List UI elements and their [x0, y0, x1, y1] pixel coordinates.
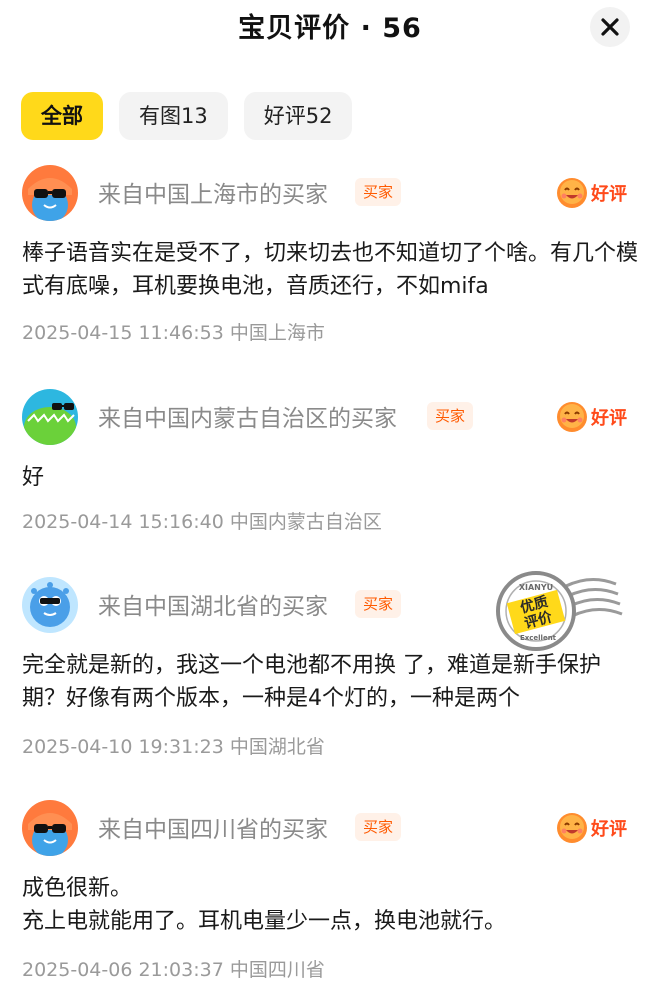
review-content: 成色很新。 充上电就能用了。耳机电量少一点，换电池就行。 [22, 876, 507, 934]
svg-text:XIANYU: XIANYU [519, 583, 553, 592]
smile-emoji-icon [557, 813, 587, 843]
close-icon [601, 18, 619, 36]
avatar[interactable] [22, 165, 78, 221]
buyer-tag: 买家 [355, 590, 402, 618]
review-meta: 2025-04-14 15:16:40 中国内蒙古自治区 [22, 507, 382, 534]
review-location: 中国内蒙古自治区 [229, 511, 382, 533]
rating-label: 好评 [591, 408, 627, 429]
review-location: 中国上海市 [229, 322, 325, 344]
cartoon-puffball-avatar-icon [22, 577, 78, 633]
buyer-tag: 买家 [355, 178, 402, 206]
review-content: 好 [22, 465, 45, 490]
avatar[interactable] [22, 577, 78, 633]
review-meta: 2025-04-10 19:31:23 中国湖北省 [22, 732, 325, 759]
quality-review-stamp-icon: XIANYU 优质 评价 Excellent [496, 571, 623, 651]
tab-positive[interactable]: 好评52 [243, 92, 353, 140]
cartoon-dino-avatar-icon [22, 389, 78, 445]
header: 宝贝评价 · 56 [0, 0, 660, 56]
svg-text:Excellent: Excellent [520, 634, 557, 642]
tab-with-images[interactable]: 有图13 [119, 92, 228, 140]
review-content: 完全就是新的，我这一个电池都不用换 了，难道是新手保护期？好像有两个版本，一种是… [22, 653, 601, 711]
review-time: 2025-04-15 11:46:53 [22, 322, 224, 344]
smile-emoji-icon [557, 178, 587, 208]
cartoon-fish-avatar-icon [22, 165, 78, 221]
cartoon-fish-avatar-icon [22, 800, 78, 856]
rating-badge: 好评 [555, 399, 627, 435]
tab-all[interactable]: 全部 [21, 92, 103, 140]
review-time: 2025-04-14 15:16:40 [22, 511, 224, 533]
rating-badge: 好评 [555, 175, 627, 211]
rating-badge: 好评 [555, 810, 627, 846]
review-location: 中国四川省 [229, 959, 325, 981]
buyer-name: 来自中国四川省的买家 [98, 817, 328, 843]
buyer-name: 来自中国内蒙古自治区的买家 [98, 406, 397, 432]
review-content: 棒子语音实在是受不了，切来切去也不知道切了个啥。有几个模式有底噪，耳机要换电池，… [22, 241, 639, 299]
rating-label: 好评 [591, 184, 627, 205]
buyer-name: 来自中国湖北省的买家 [98, 594, 328, 620]
smile-emoji-icon [557, 402, 587, 432]
review-meta: 2025-04-06 21:03:37 中国四川省 [22, 955, 325, 982]
buyer-name: 来自中国上海市的买家 [98, 182, 328, 208]
filter-tabs: 全部 有图13 好评52 [21, 92, 353, 140]
page-title: 宝贝评价 · 56 [238, 13, 422, 44]
avatar[interactable] [22, 389, 78, 445]
review-time: 2025-04-06 21:03:37 [22, 959, 224, 981]
review-time: 2025-04-10 19:31:23 [22, 736, 224, 758]
review-meta: 2025-04-15 11:46:53 中国上海市 [22, 318, 325, 345]
buyer-tag: 买家 [427, 402, 474, 430]
review-location: 中国湖北省 [229, 736, 325, 758]
avatar[interactable] [22, 800, 78, 856]
buyer-tag: 买家 [355, 813, 402, 841]
rating-label: 好评 [591, 819, 627, 840]
close-button[interactable] [590, 7, 630, 47]
